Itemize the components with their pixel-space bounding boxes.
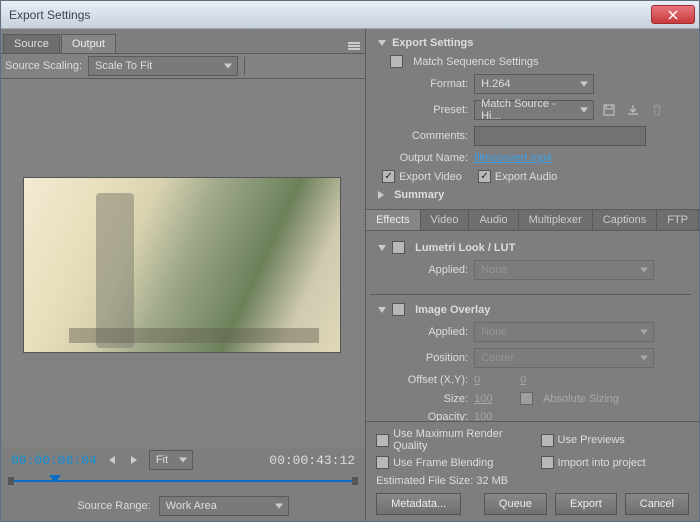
lumetri-applied-label: Applied: [378,264,468,276]
overlay-size-label: Size: [378,393,468,405]
export-video-checkbox[interactable] [382,170,395,183]
match-sequence-checkbox[interactable] [390,55,403,68]
disclose-icon [378,307,386,313]
format-dropdown[interactable]: H.264 [474,74,594,94]
estimated-size: Estimated File Size: 32 MB [376,475,689,487]
cancel-button[interactable]: Cancel [625,493,689,515]
playhead[interactable] [49,475,61,487]
overlay-opacity: 100 [474,411,514,421]
delete-preset-icon[interactable] [648,101,666,119]
output-name-link[interactable]: filmconvert.mp4 [474,152,552,164]
titlebar: Export Settings [1,1,699,29]
queue-button[interactable]: Queue [484,493,547,515]
scaling-dropdown[interactable]: Scale To Fit [88,56,238,76]
source-range-label: Source Range: [77,500,150,512]
window-title: Export Settings [9,8,90,22]
export-button[interactable]: Export [555,493,617,515]
lumetri-applied-dropdown: None [474,260,654,280]
max-quality-checkbox[interactable] [376,434,389,447]
panel-menu-icon[interactable] [345,39,363,53]
disclose-icon [378,245,386,251]
out-point-handle[interactable] [352,477,358,485]
tab-video[interactable]: Video [421,210,470,230]
overlay-size: 100 [474,393,514,405]
offset-x: 0 [474,374,514,386]
tab-audio[interactable]: Audio [469,210,518,230]
duration-timecode: 00:00:43:12 [269,453,355,468]
close-icon [668,10,678,20]
tab-output[interactable]: Output [61,34,116,53]
divider [244,57,245,75]
timeline-bar [11,480,355,482]
preview-tabs: Source Output [1,29,365,53]
disclose-icon [378,191,388,199]
overlay-header[interactable]: Image Overlay [378,303,683,316]
export-settings-dialog: Export Settings Source Output Source Sca… [0,0,700,522]
overlay-offset-label: Offset (X,Y): [378,374,468,386]
export-video-label: Export Video [399,171,462,183]
export-settings-header[interactable]: Export Settings [378,37,687,49]
summary-header[interactable]: Summary [378,189,687,201]
tab-multiplexer[interactable]: Multiplexer [519,210,593,230]
overlay-checkbox[interactable] [392,303,405,316]
overlay-applied-label: Applied: [378,326,468,338]
export-audio-label: Export Audio [495,171,557,183]
next-frame-icon[interactable] [127,453,141,467]
scaling-row: Source Scaling: Scale To Fit [1,53,365,79]
match-sequence-label: Match Sequence Settings [413,56,538,68]
tab-source[interactable]: Source [3,34,60,53]
format-label: Format: [378,78,468,90]
max-quality-label: Use Maximum Render Quality [393,428,524,452]
zoom-dropdown[interactable]: Fit [149,450,193,470]
preset-label: Preset: [378,104,468,116]
lumetri-checkbox[interactable] [392,241,405,254]
tab-ftp[interactable]: FTP [657,210,699,230]
abs-sizing-label: Absolute Sizing [543,393,619,405]
comments-input[interactable] [474,126,646,146]
lumetri-header[interactable]: Lumetri Look / LUT [378,241,683,254]
effects-scroll[interactable]: Lumetri Look / LUT Applied: None Image O… [366,231,699,421]
overlay-position-dropdown: Center [474,348,654,368]
import-project-label: Import into project [558,457,646,469]
save-preset-icon[interactable] [600,101,618,119]
comments-label: Comments: [378,130,468,142]
video-preview[interactable] [23,177,341,353]
tab-captions[interactable]: Captions [593,210,657,230]
import-preset-icon[interactable] [624,101,642,119]
close-button[interactable] [651,5,695,24]
frame-blending-checkbox[interactable] [376,456,389,469]
preset-dropdown[interactable]: Match Source - Hi... [474,100,594,120]
overlay-opacity-label: Opacity: [378,411,468,421]
overlay-applied-dropdown: None [474,322,654,342]
footer: Use Maximum Render Quality Use Previews … [366,421,699,521]
frame-blending-label: Use Frame Blending [393,457,493,469]
metadata-button[interactable]: Metadata... [376,493,461,515]
disclose-icon [378,40,386,46]
use-previews-label: Use Previews [558,434,625,446]
prev-frame-icon[interactable] [105,453,119,467]
tab-effects[interactable]: Effects [366,210,420,230]
current-timecode[interactable]: 00:00:06:04 [11,453,97,468]
export-audio-checkbox[interactable] [478,170,491,183]
overlay-position-label: Position: [378,352,468,364]
use-previews-checkbox[interactable] [541,434,554,447]
source-range-dropdown[interactable]: Work Area [159,496,289,516]
scaling-label: Source Scaling: [5,60,82,72]
abs-sizing-checkbox [520,392,533,405]
output-name-label: Output Name: [378,152,468,164]
preview-area [1,79,365,447]
offset-y: 0 [520,374,560,386]
settings-tabs: Effects Video Audio Multiplexer Captions… [366,209,699,231]
import-project-checkbox[interactable] [541,456,554,469]
left-panel: Source Output Source Scaling: Scale To F… [1,29,366,521]
right-panel: Export Settings Match Sequence Settings … [366,29,699,521]
in-point-handle[interactable] [8,477,14,485]
timeline[interactable] [1,473,365,491]
